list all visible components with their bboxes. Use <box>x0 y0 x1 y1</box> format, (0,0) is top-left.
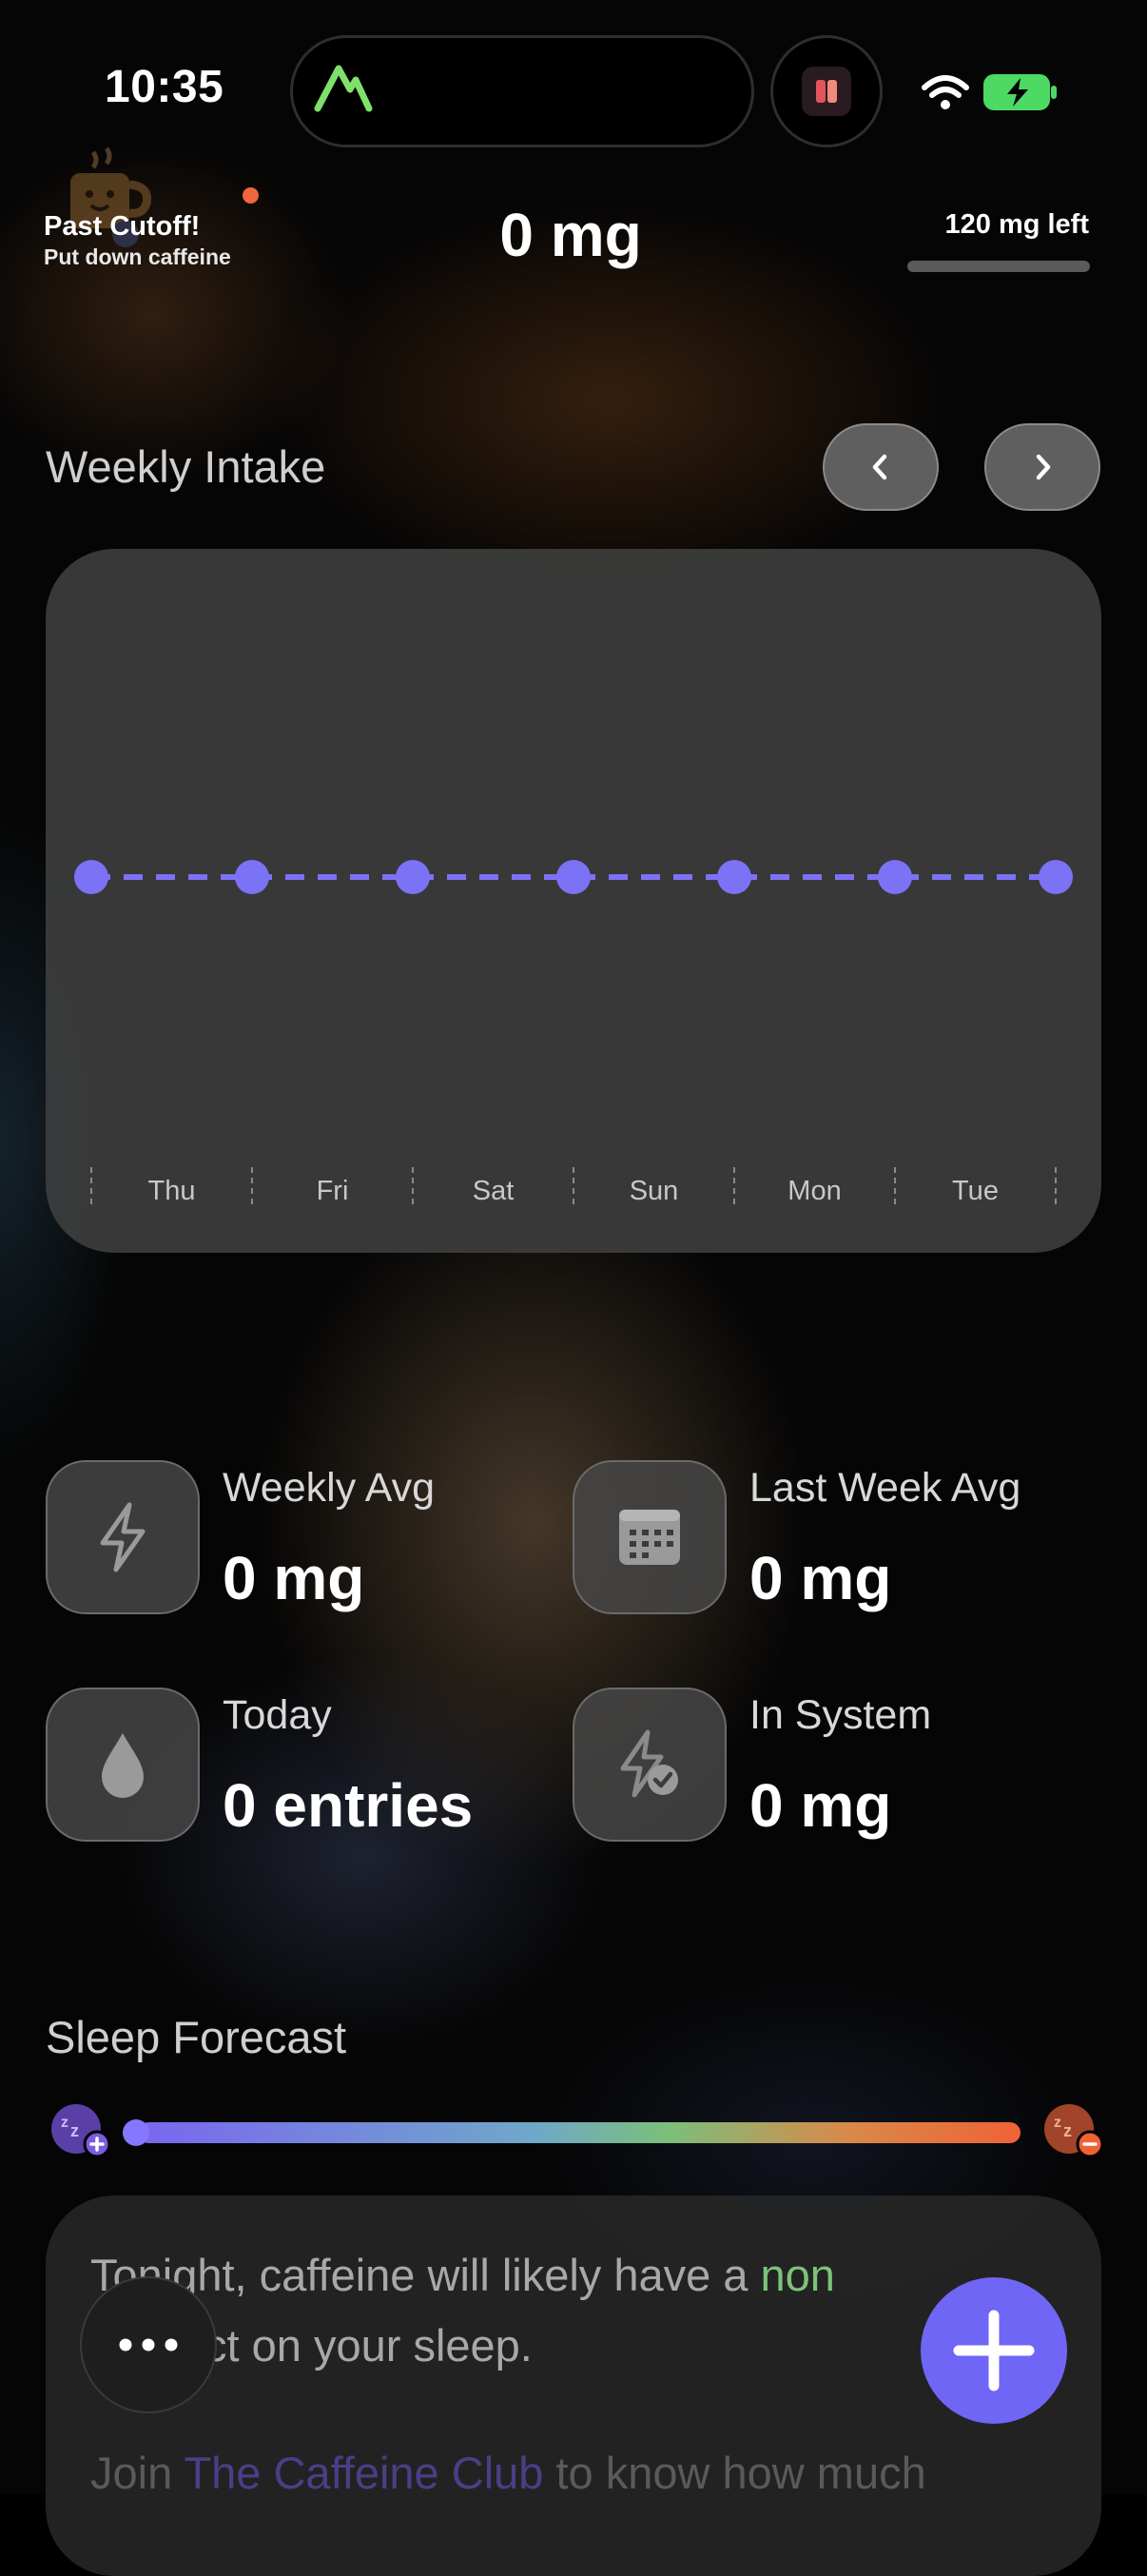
wifi-icon <box>922 75 969 109</box>
app-mountain-icon <box>314 65 373 112</box>
chart-point <box>556 860 591 894</box>
weekly-intake-title: Weekly Intake <box>46 441 326 492</box>
remaining-label: 120 mg left <box>944 209 1090 240</box>
remaining-progress-track <box>907 261 1090 272</box>
chart-point <box>1039 860 1073 894</box>
weekly-intake-chart: Thu Fri Sat Sun Mon Tue <box>74 860 1073 1207</box>
today-total: 0 mg <box>499 201 642 269</box>
chart-x-label: Thu <box>148 1176 196 1206</box>
svg-text:z: z <box>70 2121 79 2140</box>
status-time: 10:35 <box>105 62 224 112</box>
last-week-avg-label: Last Week Avg <box>749 1465 1021 1511</box>
today-value: 0 entries <box>223 1771 474 1840</box>
sleep-forecast-title: Sleep Forecast <box>46 2012 347 2062</box>
bolt-icon <box>100 1502 146 1572</box>
chart-point <box>235 860 269 894</box>
svg-text:z: z <box>1054 2115 1061 2131</box>
forecast-highlight: non <box>760 2250 835 2300</box>
join-club-text: Join The Caffeine Club to know how much <box>90 2447 1089 2499</box>
today-icon-tile <box>46 1688 200 1842</box>
live-activity-app-icon <box>802 67 851 116</box>
svg-text:z: z <box>1063 2121 1072 2140</box>
weekly-avg-icon-tile <box>46 1460 200 1614</box>
sleep-forecast-text: Tonight, caffeine will likely have a non… <box>90 2240 1041 2381</box>
sleep-forecast-marker <box>123 2119 149 2146</box>
cutoff-title: Past Cutoff! <box>44 211 201 242</box>
in-system-icon-tile <box>573 1688 727 1842</box>
caffeine-club-link[interactable]: The Caffeine Club <box>184 2448 543 2498</box>
last-week-avg-icon-tile <box>573 1460 727 1614</box>
more-options-button[interactable] <box>80 2276 217 2413</box>
previous-week-button[interactable] <box>823 423 939 511</box>
chevron-right-icon <box>1036 454 1051 480</box>
chart-point <box>717 860 751 894</box>
today-label: Today <box>223 1692 332 1738</box>
plus-icon <box>953 2310 1035 2391</box>
drop-icon <box>102 1733 144 1798</box>
weekly-avg-value: 0 mg <box>223 1544 365 1612</box>
join-suffix: to know how much <box>543 2448 926 2498</box>
chart-point <box>74 860 108 894</box>
chart-x-label: Tue <box>952 1176 999 1206</box>
less-sleep-icon: z z <box>1044 2104 1104 2158</box>
chevron-left-icon <box>872 454 887 480</box>
last-week-avg-value: 0 mg <box>749 1544 892 1612</box>
in-system-label: In System <box>749 1692 932 1738</box>
chart-x-label: Mon <box>787 1176 841 1206</box>
weekly-avg-label: Weekly Avg <box>223 1465 436 1511</box>
bolt-check-icon <box>620 1729 678 1798</box>
chart-point <box>396 860 430 894</box>
svg-text:z: z <box>61 2115 68 2131</box>
in-system-value: 0 mg <box>749 1771 892 1840</box>
battery-icon <box>983 74 1057 110</box>
cutoff-subtitle: Put down caffeine <box>44 244 231 269</box>
ellipsis-icon <box>119 2338 178 2352</box>
more-sleep-icon: z z <box>51 2104 111 2158</box>
chart-x-label: Fri <box>317 1176 349 1206</box>
join-prefix: Join <box>90 2448 185 2498</box>
next-week-button[interactable] <box>984 423 1100 511</box>
dynamic-island <box>290 35 754 147</box>
alert-dot <box>243 187 259 204</box>
chart-x-label: Sun <box>630 1176 679 1206</box>
calendar-icon <box>619 1510 680 1565</box>
chart-x-label: Sat <box>473 1176 515 1206</box>
sleep-forecast-bar <box>138 2122 1021 2143</box>
add-entry-button[interactable] <box>921 2277 1067 2424</box>
chart-point <box>878 860 912 894</box>
